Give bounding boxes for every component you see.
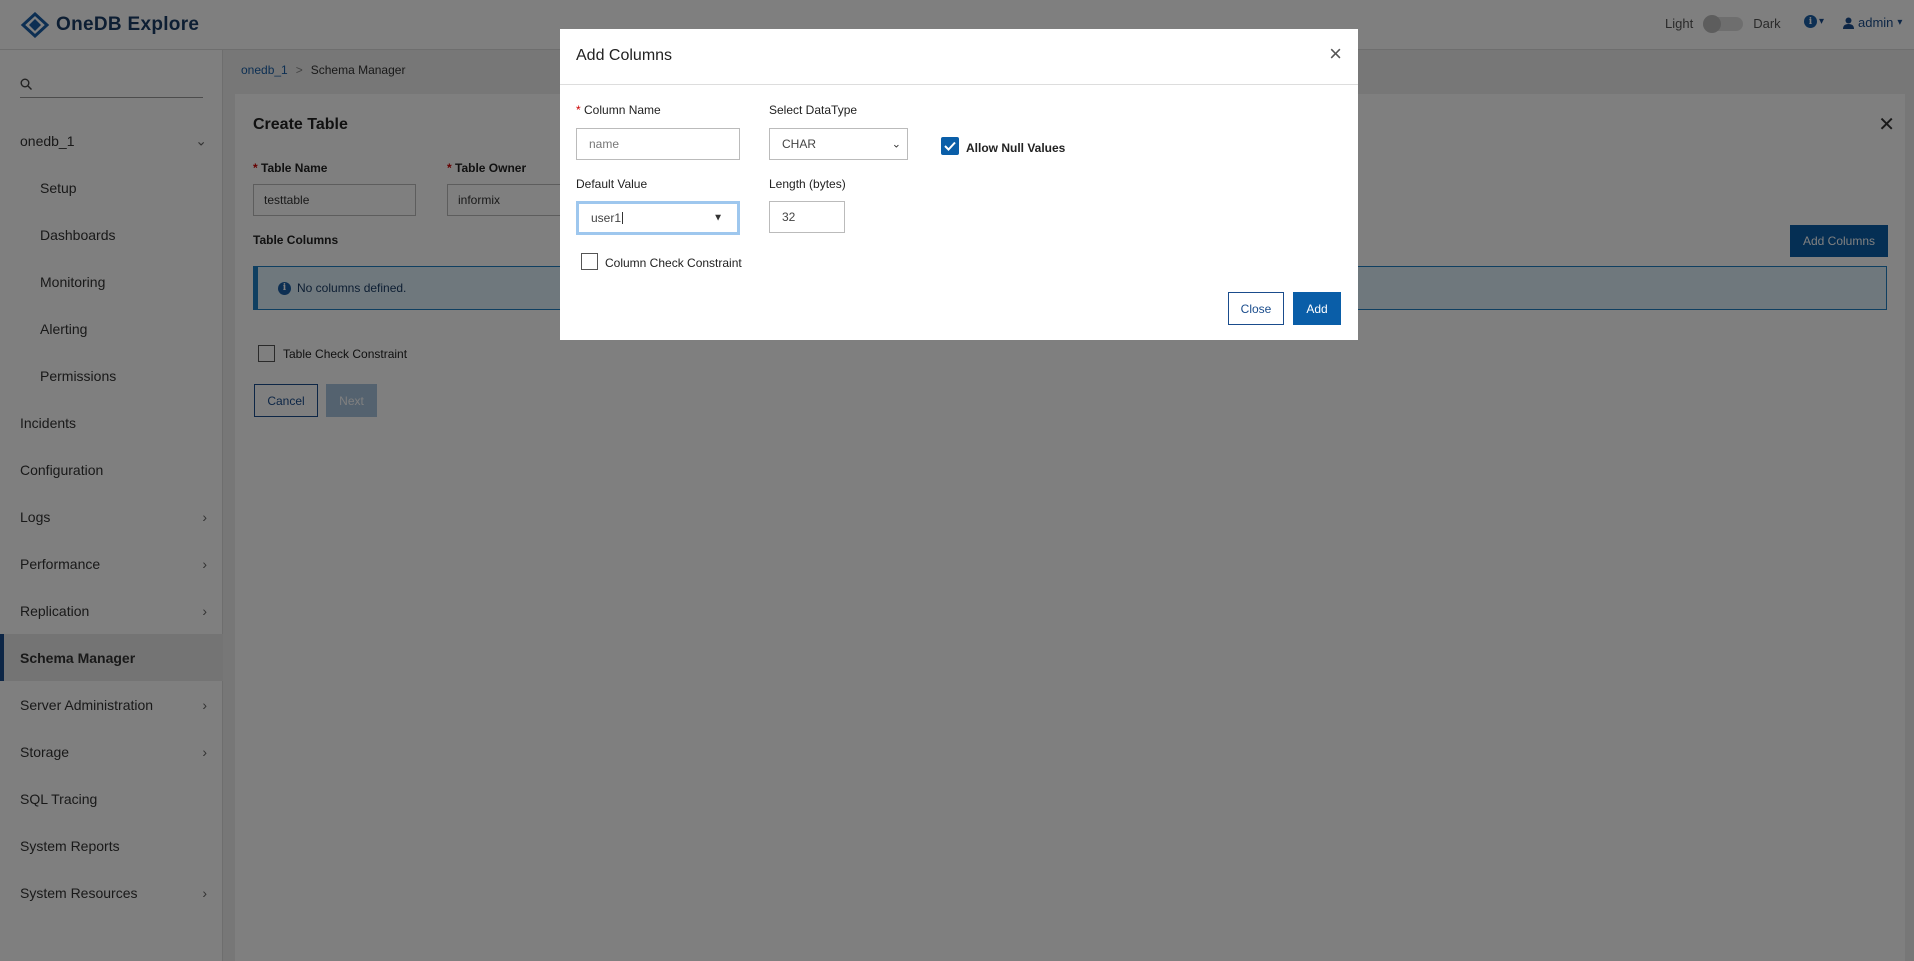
- length-label: Length (bytes): [769, 177, 846, 191]
- text-cursor: [622, 212, 624, 224]
- column-name-input[interactable]: name: [576, 128, 740, 160]
- default-value-text: user1: [591, 211, 622, 225]
- datatype-label: Select DataType: [769, 103, 858, 117]
- datatype-value: CHAR: [782, 137, 817, 151]
- length-input[interactable]: 32: [769, 201, 845, 233]
- close-button[interactable]: Close: [1228, 292, 1284, 325]
- datatype-select[interactable]: CHAR ⌄: [769, 128, 908, 160]
- close-icon[interactable]: ×: [1329, 41, 1342, 67]
- allow-null-checkbox[interactable]: [941, 137, 959, 155]
- column-check-constraint-checkbox[interactable]: [581, 253, 598, 270]
- column-check-constraint-label: Column Check Constraint: [605, 256, 742, 270]
- default-value-label: Default Value: [576, 177, 648, 191]
- chevron-down-icon: ⌄: [891, 138, 901, 151]
- checkmark-icon: [944, 141, 956, 151]
- column-name-label: * Column Name: [576, 103, 661, 117]
- modal-title: Add Columns: [576, 47, 673, 64]
- add-button[interactable]: Add: [1293, 292, 1341, 325]
- add-columns-dialog: Add Columns × * Column Name name Select …: [560, 29, 1358, 340]
- caret-down-icon[interactable]: ▼: [713, 213, 723, 224]
- column-name-label-text: Column Name: [584, 103, 661, 117]
- default-value-combobox[interactable]: user1 ▼: [576, 201, 740, 235]
- allow-null-label: Allow Null Values: [966, 141, 1066, 155]
- required-mark: *: [576, 103, 581, 117]
- modal-header: Add Columns ×: [560, 29, 1358, 85]
